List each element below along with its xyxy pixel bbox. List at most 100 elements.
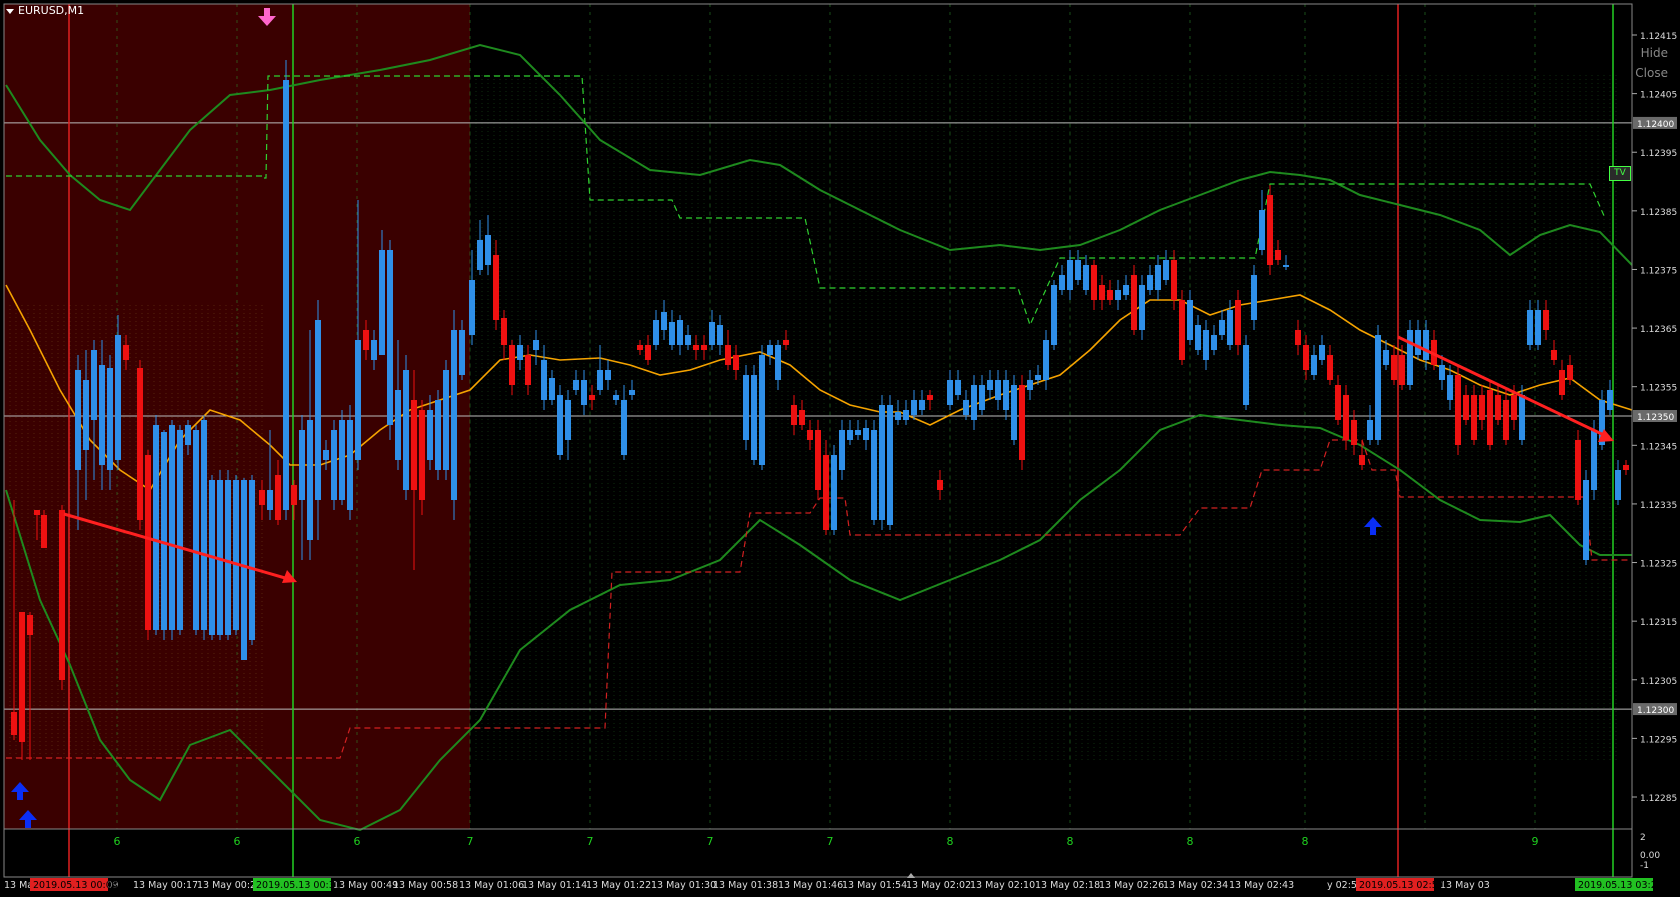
candle-body — [947, 380, 953, 405]
candle-body — [379, 250, 385, 355]
time-axis-label: 13 May 02:34 — [1163, 880, 1228, 891]
candle-body — [137, 368, 143, 520]
candle-body — [653, 320, 659, 345]
bar-count-label: 9 — [1532, 835, 1539, 848]
price-chart[interactable]: 1.12415 1.12405 1.12395 1.12385 1.12375 1.123… — [0, 0, 1680, 897]
candle-body — [751, 375, 757, 460]
candle-body — [1519, 395, 1525, 440]
candle-body — [597, 370, 603, 390]
price-tick-label: 1.12385 — [1640, 208, 1677, 218]
price-tick-label: 1.12415 — [1640, 32, 1677, 42]
candle-body — [299, 430, 305, 500]
candle-body — [621, 400, 627, 455]
candle-body — [241, 480, 247, 660]
candle-body — [1011, 385, 1017, 440]
tv-badge[interactable]: TV — [1609, 166, 1631, 181]
time-axis-label: 13 May 01:30 — [651, 880, 716, 891]
candle-body — [1083, 265, 1089, 290]
session-time-tag-label: 2019.05.13 03:25 — [1578, 880, 1663, 891]
bar-count-label: 8 — [1067, 835, 1074, 848]
candle-body — [1367, 420, 1373, 440]
candle-body — [435, 400, 441, 470]
menu-triangle-icon[interactable] — [6, 8, 14, 14]
candle-body — [1019, 385, 1025, 460]
candle-body — [871, 430, 877, 520]
candle-body — [1607, 390, 1613, 410]
sub-axis-label: -1 — [1640, 861, 1649, 871]
time-axis-label: 13 May 02:43 — [1229, 880, 1294, 891]
candle-body — [1583, 480, 1589, 560]
candle-body — [1375, 335, 1381, 440]
candle-body — [509, 345, 515, 385]
candle-body — [395, 390, 401, 460]
candle-body — [1591, 430, 1597, 490]
candle-body — [1303, 345, 1309, 370]
candle-body — [1235, 300, 1241, 345]
candle-body — [839, 430, 845, 470]
candle-body — [1179, 300, 1185, 360]
bar-count-label: 6 — [114, 835, 121, 848]
candle-body — [1391, 355, 1397, 380]
time-axis-label: 13 May 01:54 — [842, 880, 907, 891]
candle-body — [1447, 375, 1453, 400]
candle-body — [573, 380, 579, 390]
candle-body — [1211, 335, 1217, 350]
candle-body — [661, 312, 667, 330]
candle-body — [267, 490, 273, 510]
candle-body — [743, 375, 749, 440]
candle-body — [1219, 320, 1225, 335]
price-tick-label: 1.12375 — [1640, 266, 1677, 276]
candle-body — [1455, 375, 1461, 445]
candle-body — [1527, 310, 1533, 345]
candle-body — [291, 485, 297, 505]
candle-body — [831, 455, 837, 530]
candle-body — [1503, 400, 1509, 440]
buy-signal-arrow-icon — [1364, 517, 1382, 535]
candle-body — [233, 480, 239, 630]
candle-body — [323, 450, 329, 460]
candle-body — [27, 615, 33, 635]
candle-body — [1463, 395, 1469, 420]
candle-body — [879, 405, 885, 520]
candle-body — [75, 370, 81, 470]
candle-body — [1567, 365, 1573, 380]
candle-body — [1003, 380, 1009, 410]
chart-window[interactable]: 1.12415 1.12405 1.12395 1.12385 1.12375 1.123… — [0, 0, 1680, 897]
candle-body — [145, 455, 151, 630]
hide-button[interactable]: Hide — [1641, 46, 1668, 60]
price-tick-label: 1.12295 — [1640, 735, 1677, 745]
close-button[interactable]: Close — [1635, 66, 1668, 80]
candle-body — [815, 430, 821, 490]
candle-body — [1295, 330, 1301, 345]
candle-body — [275, 475, 281, 520]
candle-body — [629, 390, 635, 395]
candle-body — [485, 235, 491, 265]
candle-body — [459, 330, 465, 375]
time-axis-label: 13 May 00:49 — [333, 880, 398, 891]
candle-body — [799, 410, 805, 425]
chart-title[interactable]: EURUSD,M1 — [6, 4, 84, 17]
candle-body — [91, 350, 97, 420]
candle-body — [355, 340, 361, 460]
candle-body — [783, 340, 789, 345]
candle-body — [347, 420, 353, 510]
time-axis-label: 13 May 02:26 — [1099, 880, 1164, 891]
candle-body — [169, 425, 175, 630]
candle-body — [1091, 265, 1097, 300]
sub-axis-label: 0.00 — [1640, 851, 1660, 861]
candle-body — [1623, 465, 1629, 470]
price-tick-label: 1.12315 — [1640, 618, 1677, 628]
candle-body — [283, 80, 289, 510]
candle-body — [1495, 395, 1501, 420]
candle-body — [331, 430, 337, 500]
candle-body — [59, 510, 65, 680]
price-level-tag-label: 1.12300 — [1637, 706, 1674, 716]
candle-body — [1267, 195, 1273, 265]
candle-body — [1195, 325, 1201, 350]
candle-body — [919, 400, 925, 410]
candle-body — [581, 380, 587, 405]
candle-body — [1187, 300, 1193, 340]
candle-body — [1479, 395, 1485, 420]
candle-body — [177, 430, 183, 630]
candle-body — [1351, 420, 1357, 445]
